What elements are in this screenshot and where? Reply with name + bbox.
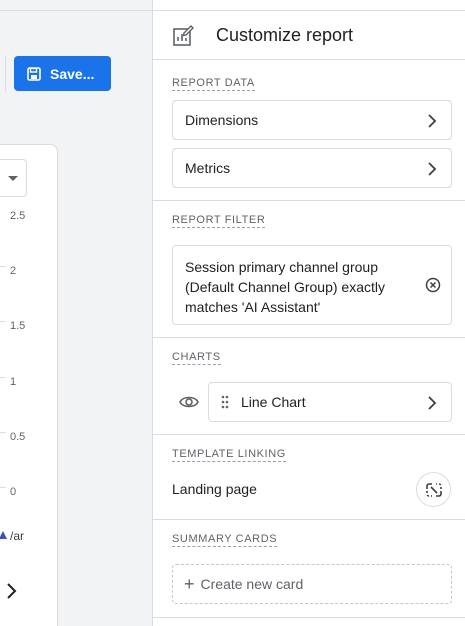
dimensions-label: Dimensions bbox=[185, 112, 259, 128]
remove-filter-icon[interactable] bbox=[425, 277, 441, 293]
gridline bbox=[0, 377, 6, 378]
toolbar-separator bbox=[5, 56, 6, 92]
section-divider bbox=[153, 519, 465, 520]
metrics-field[interactable]: Metrics bbox=[172, 148, 452, 188]
y-tick-label: 1 bbox=[10, 376, 17, 388]
eye-icon[interactable] bbox=[179, 393, 199, 411]
filter-condition-text: Session primary channel group (Default C… bbox=[185, 259, 385, 315]
report-filter-chip[interactable]: Session primary channel group (Default C… bbox=[172, 245, 452, 325]
customize-report-icon bbox=[173, 25, 194, 46]
toolbar-divider-line bbox=[0, 10, 152, 11]
metrics-label: Metrics bbox=[185, 160, 231, 176]
customize-report-panel: Customize report REPORT DATA Dimensions … bbox=[152, 0, 465, 626]
section-divider bbox=[153, 337, 465, 338]
save-button-label: Save... bbox=[50, 65, 95, 82]
section-label-template-linking: TEMPLATE LINKING bbox=[172, 448, 286, 462]
report-canvas: Save... 2.5 2 1.5 1 0.5 0 /ar bbox=[0, 0, 152, 626]
caret-down-icon bbox=[8, 176, 18, 181]
gridline bbox=[0, 266, 6, 267]
gridline bbox=[0, 487, 6, 488]
section-divider bbox=[153, 200, 465, 201]
y-tick-label: 0 bbox=[10, 486, 17, 498]
chevron-right-icon[interactable] bbox=[4, 582, 18, 600]
link-off-icon bbox=[425, 482, 442, 497]
section-label-report-data: REPORT DATA bbox=[172, 77, 255, 91]
chevron-right-icon bbox=[428, 396, 437, 410]
y-tick-label: 1.5 bbox=[10, 320, 26, 332]
dimensions-field[interactable]: Dimensions bbox=[172, 100, 452, 140]
legend-marker-icon bbox=[0, 531, 7, 539]
y-tick-label: 0.5 bbox=[10, 431, 26, 443]
save-icon bbox=[27, 66, 41, 81]
panel-title: Customize report bbox=[216, 25, 354, 45]
section-label-summary-cards: SUMMARY CARDS bbox=[172, 533, 278, 547]
gridline bbox=[0, 432, 6, 433]
section-divider bbox=[153, 617, 465, 618]
gridline bbox=[0, 321, 6, 322]
create-new-card-label: Create new card bbox=[200, 576, 304, 592]
chart-metric-dropdown[interactable] bbox=[0, 159, 27, 197]
y-tick-label: 2.5 bbox=[10, 210, 26, 222]
plus-icon: + bbox=[184, 574, 195, 594]
chevron-right-icon bbox=[428, 114, 437, 128]
y-tick-label: 2 bbox=[10, 265, 17, 277]
unlink-template-button[interactable] bbox=[416, 472, 451, 507]
save-button[interactable]: Save... bbox=[14, 56, 111, 91]
section-label-report-filter: REPORT FILTER bbox=[172, 214, 266, 228]
chart-line-chart-item[interactable]: Line Chart bbox=[208, 382, 452, 422]
create-new-card-button[interactable]: + Create new card bbox=[172, 564, 452, 604]
chart-name-label: Line Chart bbox=[241, 394, 306, 410]
chart-card bbox=[0, 144, 58, 626]
panel-header: Customize report bbox=[153, 10, 465, 60]
drag-handle-icon[interactable] bbox=[221, 395, 229, 409]
legend-label: /ar bbox=[10, 529, 25, 543]
section-divider bbox=[153, 434, 465, 435]
section-label-charts: CHARTS bbox=[172, 351, 221, 365]
template-linking-value: Landing page bbox=[172, 481, 257, 497]
chevron-right-icon bbox=[428, 162, 437, 176]
